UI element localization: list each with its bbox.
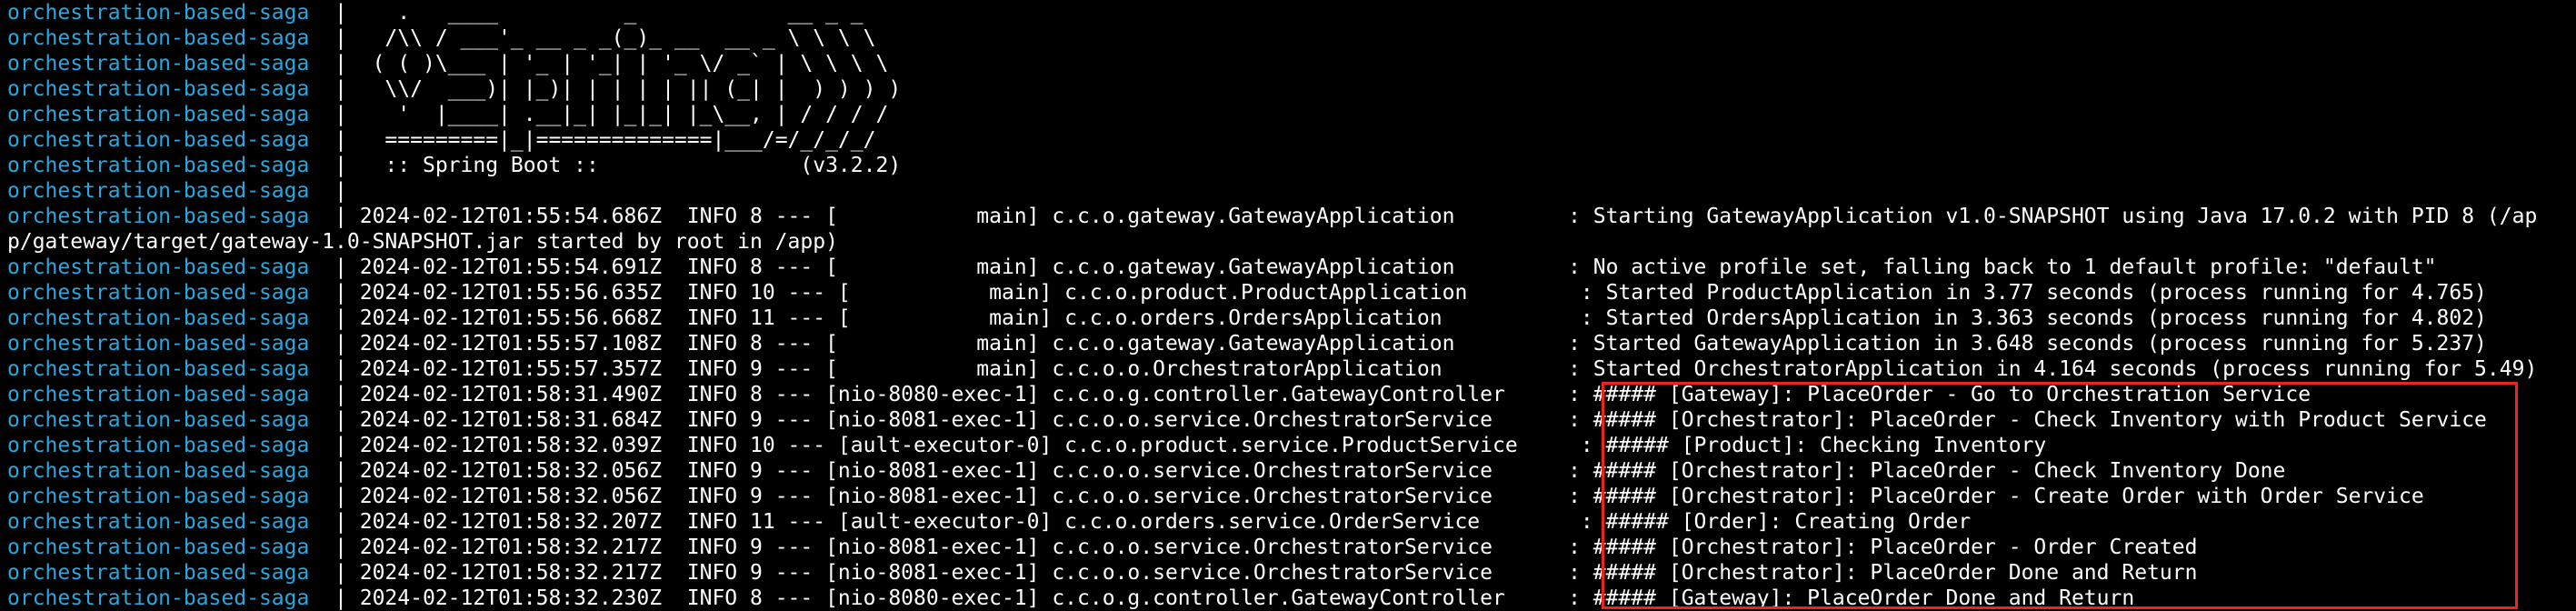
pipe-separator: | [309, 459, 347, 483]
pipe-separator: | [309, 103, 347, 126]
log-line: orchestration-based-saga | 2024-02-12T01… [7, 535, 2576, 560]
pipe-separator: | [309, 26, 347, 50]
log-line: orchestration-based-saga | 2024-02-12T01… [7, 356, 2576, 382]
log-message: =========|_|==============|___/=/_/_/_/ [346, 128, 876, 152]
log-line: orchestration-based-saga | 2024-02-12T01… [7, 255, 2576, 280]
pipe-separator: | [309, 561, 347, 585]
container-name-prefix: orchestration-based-saga [7, 255, 310, 279]
container-name-prefix: orchestration-based-saga [7, 332, 310, 356]
log-message: \\/ ___)| |_)| | | | | || (_| | ) ) ) ) [346, 77, 902, 101]
log-message: 2024-02-12T01:58:32.056Z INFO 9 --- [nio… [346, 485, 2424, 508]
container-name-prefix: orchestration-based-saga [7, 154, 310, 177]
container-name-prefix: orchestration-based-saga [7, 179, 310, 203]
log-line: orchestration-based-saga | /\\ / ___'_ _… [7, 25, 2576, 51]
pipe-separator: | [309, 357, 347, 381]
pipe-separator: | [309, 52, 347, 75]
pipe-separator: | [309, 179, 347, 203]
log-message: 2024-02-12T01:58:31.684Z INFO 9 --- [nio… [346, 408, 2487, 432]
pipe-separator: | [309, 205, 347, 228]
log-line: orchestration-based-saga | 2024-02-12T01… [7, 306, 2576, 331]
container-name-prefix: orchestration-based-saga [7, 434, 310, 457]
pipe-separator: | [309, 306, 347, 330]
log-message: 2024-02-12T01:58:32.207Z INFO 11 --- [au… [346, 510, 1972, 534]
log-line: orchestration-based-saga | \\/ ___)| |_)… [7, 76, 2576, 102]
container-name-prefix: orchestration-based-saga [7, 510, 310, 534]
pipe-separator: | [309, 510, 347, 534]
container-name-prefix: orchestration-based-saga [7, 281, 310, 305]
log-line: orchestration-based-saga | 2024-02-12T01… [7, 509, 2576, 535]
container-name-prefix: orchestration-based-saga [7, 1, 310, 25]
pipe-separator: | [309, 128, 347, 152]
pipe-separator: | [309, 154, 347, 177]
pipe-separator: | [309, 434, 347, 457]
container-name-prefix: orchestration-based-saga [7, 408, 310, 432]
container-name-prefix: orchestration-based-saga [7, 383, 310, 406]
container-name-prefix: orchestration-based-saga [7, 52, 310, 75]
container-name-prefix: orchestration-based-saga [7, 357, 310, 381]
log-line: orchestration-based-saga | [7, 178, 2576, 204]
log-line: orchestration-based-saga | 2024-02-12T01… [7, 204, 2576, 229]
container-name-prefix: orchestration-based-saga [7, 103, 310, 126]
log-message: 2024-02-12T01:58:32.230Z INFO 8 --- [nio… [346, 586, 2135, 610]
container-name-prefix: orchestration-based-saga [7, 485, 310, 508]
log-line: orchestration-based-saga | 2024-02-12T01… [7, 433, 2576, 458]
pipe-separator: | [309, 485, 347, 508]
log-line: orchestration-based-saga | . ____ _ __ _… [7, 0, 2576, 25]
container-name-prefix: orchestration-based-saga [7, 459, 310, 483]
log-message: 2024-02-12T01:58:32.039Z INFO 10 --- [au… [346, 434, 2047, 457]
container-name-prefix: orchestration-based-saga [7, 586, 310, 610]
log-message: 2024-02-12T01:58:31.490Z INFO 8 --- [nio… [346, 383, 2311, 406]
log-line: orchestration-based-saga | 2024-02-12T01… [7, 280, 2576, 306]
container-name-prefix: orchestration-based-saga [7, 536, 310, 559]
container-name-prefix: orchestration-based-saga [7, 77, 310, 101]
pipe-separator: | [309, 586, 347, 610]
pipe-separator: | [309, 1, 347, 25]
container-name-prefix: orchestration-based-saga [7, 128, 310, 152]
log-message: 2024-02-12T01:58:32.217Z INFO 9 --- [nio… [346, 561, 2198, 585]
container-name-prefix: orchestration-based-saga [7, 205, 310, 228]
pipe-separator: | [309, 536, 347, 559]
pipe-separator: | [309, 281, 347, 305]
pipe-separator: | [309, 77, 347, 101]
pipe-separator: | [309, 255, 347, 279]
log-line: orchestration-based-saga | 2024-02-12T01… [7, 458, 2576, 484]
log-message: 2024-02-12T01:55:56.668Z INFO 11 --- [ m… [346, 306, 2487, 330]
pipe-separator: | [309, 408, 347, 432]
log-line: p/gateway/target/gateway-1.0-SNAPSHOT.ja… [7, 229, 2576, 255]
log-message: ( ( )\___ | '_ | '_| | '_ \/ _` | \ \ \ … [346, 52, 889, 75]
log-line: orchestration-based-saga | 2024-02-12T01… [7, 484, 2576, 509]
log-line: orchestration-based-saga | ' |____| .__|… [7, 102, 2576, 127]
log-line: orchestration-based-saga | :: Spring Boo… [7, 153, 2576, 178]
log-message: 2024-02-12T01:55:54.686Z INFO 8 --- [ ma… [346, 205, 2538, 228]
pipe-separator: | [309, 383, 347, 406]
log-message: . ____ _ __ _ _ [346, 1, 864, 25]
log-message: 2024-02-12T01:55:56.635Z INFO 10 --- [ m… [346, 281, 2487, 305]
container-name-prefix: orchestration-based-saga [7, 561, 310, 585]
log-line: orchestration-based-saga | 2024-02-12T01… [7, 560, 2576, 586]
terminal-output[interactable]: orchestration-based-saga | . ____ _ __ _… [7, 0, 2576, 611]
log-line: orchestration-based-saga | 2024-02-12T01… [7, 407, 2576, 433]
pipe-separator: | [309, 332, 347, 356]
log-line: orchestration-based-saga | 2024-02-12T01… [7, 382, 2576, 407]
log-line: orchestration-based-saga | 2024-02-12T01… [7, 331, 2576, 356]
log-message: 2024-02-12T01:55:54.691Z INFO 8 --- [ ma… [346, 255, 2437, 279]
log-message: 2024-02-12T01:58:32.217Z INFO 9 --- [nio… [346, 536, 2198, 559]
log-message: ' |____| .__|_| |_|_| |_\__, | / / / / [346, 103, 889, 126]
container-name-prefix: orchestration-based-saga [7, 306, 310, 330]
log-message: 2024-02-12T01:55:57.108Z INFO 8 --- [ ma… [346, 332, 2487, 356]
log-message: /\\ / ___'_ __ _ _(_)_ __ __ _ \ \ \ \ [346, 26, 876, 50]
log-line: orchestration-based-saga | ( ( )\___ | '… [7, 51, 2576, 76]
log-message: 2024-02-12T01:55:57.357Z INFO 9 --- [ ma… [346, 357, 2538, 381]
log-line: orchestration-based-saga | 2024-02-12T01… [7, 586, 2576, 611]
log-line: orchestration-based-saga | =========|_|=… [7, 127, 2576, 153]
log-message: 2024-02-12T01:58:32.056Z INFO 9 --- [nio… [346, 459, 2286, 483]
log-message: p/gateway/target/gateway-1.0-SNAPSHOT.ja… [7, 230, 838, 254]
container-name-prefix: orchestration-based-saga [7, 26, 310, 50]
log-message: :: Spring Boot :: (v3.2.2) [346, 154, 902, 177]
